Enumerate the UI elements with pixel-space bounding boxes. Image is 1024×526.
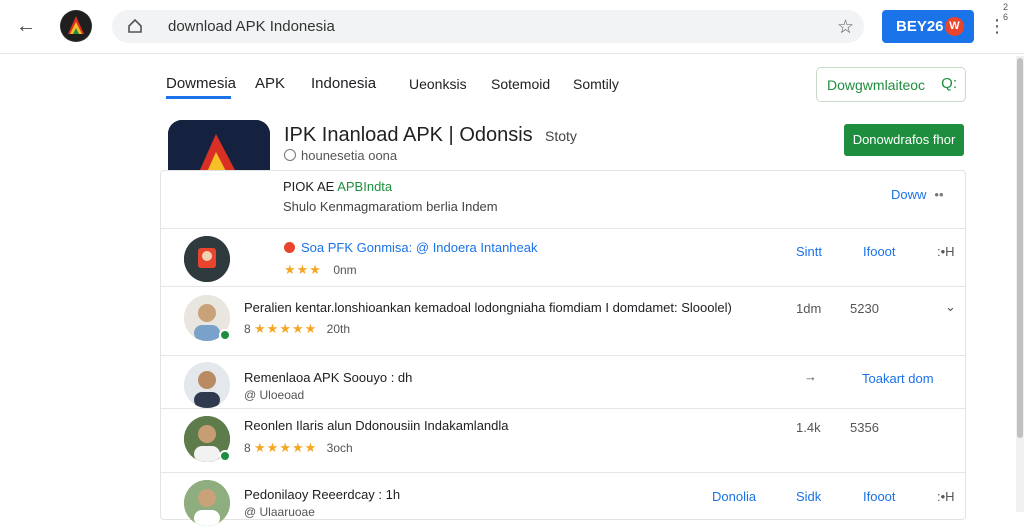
alert-dot-icon [284, 242, 295, 253]
row-divider [161, 286, 965, 287]
app-subtitle: hounesetia oona [284, 148, 397, 163]
card-heading: PIOK AE APBIndta [283, 179, 392, 194]
app-title: IPK Inanload APK | Odonsis [284, 124, 533, 146]
app-side-label: Stoty [545, 128, 577, 144]
search-icon[interactable]: Q: [941, 75, 957, 92]
list-item-title-text: Soa PFK Gonmisa: @ Indoera Intanheak [301, 240, 538, 255]
install-button[interactable]: Donowdrafos fhor [844, 124, 964, 156]
share-action[interactable]: Ifooot [863, 244, 896, 259]
tab-sotemoid[interactable]: Sotemoid [491, 76, 550, 92]
more-action[interactable]: :•H [937, 489, 955, 504]
tab-apk[interactable]: APK [255, 75, 285, 92]
size-stat: 1.4k [796, 420, 821, 435]
list-item-meta: ★★★ 0nm [284, 262, 357, 278]
profile-button[interactable]: BEY26 W [882, 10, 974, 43]
count-stat: 5230 [850, 301, 879, 316]
browser-toolbar: ← download APK Indonesia ☆ BEY26 W ⋮ 26 [0, 0, 1024, 54]
expand-chevron-icon[interactable]: ⌄ [945, 299, 956, 315]
address-text[interactable]: download APK Indonesia [168, 18, 335, 35]
avatar[interactable] [184, 236, 230, 282]
card-more-button[interactable]: Doww •• [891, 187, 944, 202]
profile-label: BEY26 [896, 18, 944, 35]
active-tab-indicator [166, 96, 231, 99]
card-more-label: Doww [891, 187, 927, 202]
browser-logo[interactable] [60, 10, 92, 42]
menu-kebab-icon[interactable]: ⋮ [988, 14, 1006, 38]
row-divider [161, 228, 965, 229]
star-rating: ★★★ [284, 262, 322, 277]
forward-arrow-icon[interactable]: → [804, 369, 817, 384]
corner-counter: 26 [1003, 2, 1009, 22]
row-divider [161, 472, 965, 473]
avatar[interactable] [184, 362, 230, 408]
card-subheading: Shulo Kenmagmaratiom berlia Indem [283, 199, 498, 214]
profile-badge: W [945, 17, 964, 36]
list-item-meta-text: 20th [326, 322, 351, 336]
donolia-action[interactable]: Donolia [712, 489, 756, 504]
list-item-meta-text: 0nm [333, 263, 357, 277]
open-link-action[interactable]: Toakart dom [862, 371, 934, 386]
list-item-meta: 8 ★★★★★ 20th [244, 321, 350, 337]
card-heading-green: APBIndta [337, 179, 393, 194]
list-item-meta-text: 3och [326, 441, 353, 455]
rating-number: 8 [244, 441, 251, 455]
rating-number: 8 [244, 322, 251, 336]
share-action[interactable]: Ifooot [863, 489, 896, 504]
home-icon[interactable] [126, 17, 144, 35]
list-item-title[interactable]: Peralien kentar.lonshioankan kemadoal lo… [244, 300, 732, 315]
size-stat: 1dm [796, 301, 822, 316]
info-icon [284, 149, 296, 161]
address-bar[interactable]: download APK Indonesia ☆ [112, 10, 864, 43]
star-rating: ★★★★★ [254, 321, 318, 336]
more-dots-icon[interactable]: •• [934, 187, 943, 202]
verified-badge-icon [219, 450, 231, 462]
scrollbar-thumb[interactable] [1017, 58, 1023, 438]
tab-indonesia[interactable]: Indonesia [311, 75, 376, 92]
tab-dowmesia[interactable]: Dowmesia [166, 75, 236, 92]
list-item-title[interactable]: Pedonilaoy Reeerdcay : 1h [244, 487, 400, 502]
list-item-meta: 8 ★★★★★ 3och [244, 440, 353, 456]
list-item-meta: @ Ulaaruoae [244, 505, 315, 519]
list-item-title[interactable]: Remenlaoa APK Soouyo : dh [244, 370, 412, 385]
back-arrow-icon[interactable]: ← [14, 14, 38, 38]
save-action[interactable]: Sidk [796, 489, 821, 504]
card-heading-prefix: PIOK AE [283, 179, 335, 194]
tab-somtily[interactable]: Somtily [573, 76, 619, 92]
count-stat: 5356 [850, 420, 879, 435]
avatar[interactable] [184, 480, 230, 526]
list-item-title[interactable]: Reonlen Ilaris alun Ddonousiin Indakamla… [244, 418, 509, 433]
download-search-box[interactable]: Dowgwmlaiteoc Q: [816, 67, 966, 102]
row-divider [161, 408, 965, 409]
verified-badge-icon [219, 329, 231, 341]
tab-ueonksis[interactable]: Ueonksis [409, 76, 467, 92]
save-action[interactable]: Sintt [796, 244, 822, 259]
more-action[interactable]: :•H [937, 244, 955, 259]
app-subtitle-text: hounesetia oona [301, 148, 398, 163]
row-divider [161, 355, 965, 356]
bookmark-star-icon[interactable]: ☆ [837, 16, 854, 39]
list-item-title[interactable]: Soa PFK Gonmisa: @ Indoera Intanheak [284, 240, 538, 255]
download-search-label: Dowgwmlaiteoc [827, 77, 926, 93]
star-rating: ★★★★★ [254, 440, 318, 455]
results-card [160, 170, 966, 520]
list-item-meta: @ Uloeoad [244, 388, 305, 402]
